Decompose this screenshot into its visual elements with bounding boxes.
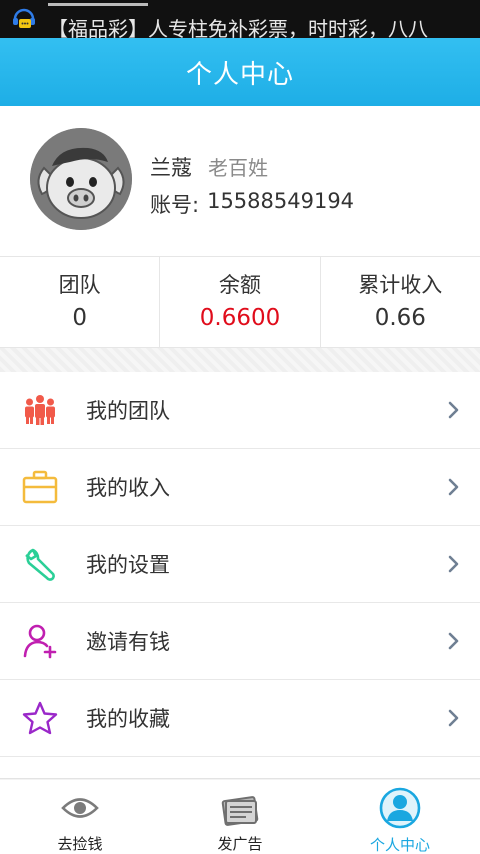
briefcase-icon <box>20 467 60 507</box>
ad-icon <box>218 788 262 827</box>
menu-item-label: 我的收藏 <box>86 707 170 731</box>
chevron-right-icon <box>448 709 459 727</box>
nav-tab-personal-center[interactable]: 个人中心 <box>320 780 480 854</box>
wrench-icon <box>20 544 60 584</box>
team-icon <box>20 390 60 430</box>
profile-card: 兰蔻 老百姓 账号: 15588549194 <box>0 106 480 256</box>
nav-label: 去捡钱 <box>57 835 103 853</box>
menu-item-favorites[interactable]: 我的收藏 <box>0 680 480 757</box>
menu-item-my-income[interactable]: 我的收入 <box>0 449 480 526</box>
page-title: 个人中心 <box>185 59 294 90</box>
headset-notification-icon <box>10 4 38 32</box>
eye-icon <box>58 788 102 827</box>
menu-item-label: 邀请有钱 <box>86 630 170 654</box>
chevron-right-icon <box>448 478 459 496</box>
stat-label: 余额 <box>218 273 261 297</box>
user-role: 老百姓 <box>208 156 268 180</box>
avatar[interactable] <box>30 128 132 230</box>
menu-item-my-settings[interactable]: 我的设置 <box>0 526 480 603</box>
menu-item-my-team[interactable]: 我的团队 <box>0 372 480 449</box>
person-icon <box>378 787 422 829</box>
menu-item-invite[interactable]: 邀请有钱 <box>0 603 480 680</box>
stat-label: 团队 <box>58 273 101 297</box>
stat-label: 累计收入 <box>358 273 443 297</box>
menu-list: 我的团队 我的收入 我的设置 邀请有钱 我的收藏 <box>0 372 480 757</box>
stat-value: 0 <box>72 305 87 331</box>
chevron-right-icon <box>448 401 459 419</box>
menu-item-label: 我的收入 <box>86 476 170 500</box>
stats-panel: 团队 0 余额 0.6600 累计收入 0.66 <box>0 256 480 348</box>
bottom-navigation: 去捡钱 发广告 个人中心 <box>0 780 480 854</box>
user-name: 兰蔻 <box>150 156 192 180</box>
app-header: 个人中心 <box>0 38 480 106</box>
chevron-right-icon <box>448 632 459 650</box>
account-label: 账号: <box>150 193 200 217</box>
stat-value: 0.6600 <box>199 305 281 331</box>
section-divider <box>0 348 480 372</box>
account-row: 账号: 15588549194 <box>150 189 354 219</box>
account-number: 15588549194 <box>207 189 355 213</box>
profile-name-row: 兰蔻 老百姓 <box>150 152 268 182</box>
nav-label: 发广告 <box>217 835 263 853</box>
notification-ticker: 【福品彩】人专柱免补彩票，时时彩，八八 <box>48 17 428 38</box>
add-user-icon <box>20 621 60 661</box>
menu-bottom-spacer <box>0 757 480 779</box>
pig-avatar-icon <box>30 128 132 230</box>
status-bar: 【福品彩】人专柱免补彩票，时时彩，八八 <box>0 0 480 38</box>
stat-total-income[interactable]: 累计收入 0.66 <box>321 257 480 347</box>
stat-value: 0.66 <box>374 305 426 331</box>
star-icon <box>20 698 60 738</box>
menu-item-label: 我的设置 <box>86 553 170 577</box>
nav-label: 个人中心 <box>369 836 430 854</box>
chevron-right-icon <box>448 555 459 573</box>
stat-balance[interactable]: 余额 0.6600 <box>160 257 321 347</box>
stat-team[interactable]: 团队 0 <box>0 257 161 347</box>
nav-tab-collect-money[interactable]: 去捡钱 <box>0 780 160 854</box>
status-progress-bar <box>48 3 148 6</box>
menu-item-label: 我的团队 <box>86 399 170 423</box>
nav-tab-post-ad[interactable]: 发广告 <box>160 780 320 854</box>
